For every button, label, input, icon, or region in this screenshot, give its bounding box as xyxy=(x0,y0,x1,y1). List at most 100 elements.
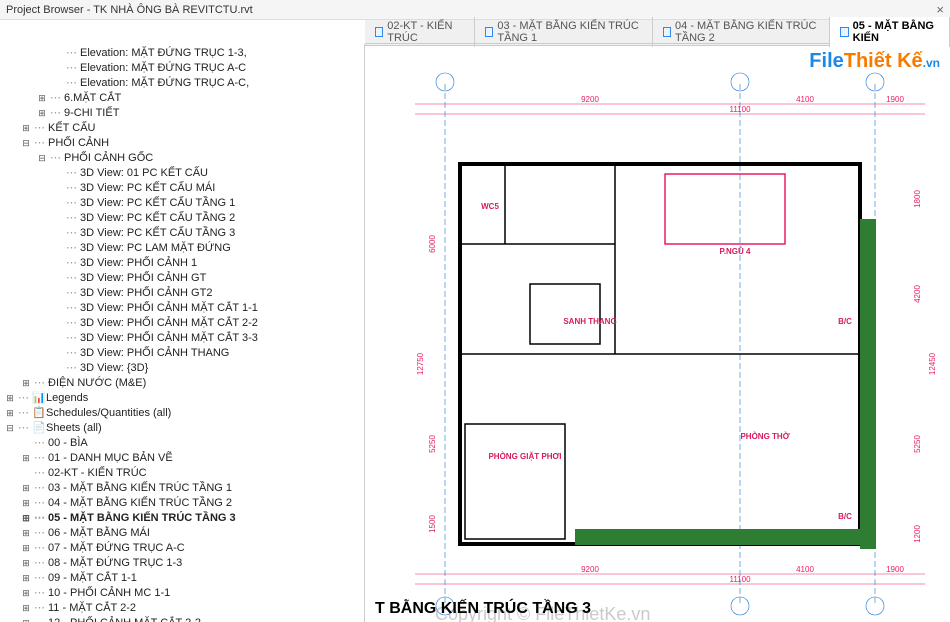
sheet-icon xyxy=(485,27,493,37)
tree-item[interactable]: ⊟⋯PHỐI CẢNH GỐC xyxy=(0,151,364,166)
expand-icon[interactable]: ⊞ xyxy=(20,526,32,541)
tab-label: 05 - MẶT BẰNG KIẾN xyxy=(853,20,939,44)
tree-item[interactable]: ⊞⋯10 - PHỐI CẢNH MC 1-1 xyxy=(0,586,364,601)
view-tab[interactable]: 04 - MẶT BẰNG KIẾN TRÚC TẦNG 2 xyxy=(653,17,831,47)
tree-item-label: 00 - BÌA xyxy=(48,436,88,451)
project-browser-tree[interactable]: ⋯Elevation: MẶT ĐỨNG TRỤC 1-3,⋯Elevation… xyxy=(0,44,365,622)
tree-item[interactable]: ⊞⋯6.MẶT CẮT xyxy=(0,91,364,106)
expand-icon[interactable]: ⊞ xyxy=(20,121,32,136)
tree-item-label: 3D View: 01 PC KẾT CẤU xyxy=(80,166,208,181)
collapse-icon[interactable]: ⊟ xyxy=(4,421,16,436)
tree-item-label: Elevation: MẶT ĐỨNG TRỤC A-C xyxy=(80,61,246,76)
tree-item[interactable]: ⋯Elevation: MẶT ĐỨNG TRỤC A-C xyxy=(0,61,364,76)
tree-guide: ⋯ xyxy=(66,46,78,61)
tree-guide: ⋯ xyxy=(66,256,78,271)
tree-item[interactable]: ⋯3D View: 01 PC KẾT CẤU xyxy=(0,166,364,181)
expand-icon[interactable]: ⊞ xyxy=(20,541,32,556)
expand-icon[interactable]: ⊞ xyxy=(36,106,48,121)
tree-item[interactable]: ⊟⋯📄Sheets (all) xyxy=(0,421,364,436)
expand-icon[interactable]: ⊞ xyxy=(20,556,32,571)
expand-icon[interactable]: ⊞ xyxy=(20,451,32,466)
svg-text:B/C: B/C xyxy=(838,512,852,521)
tree-item[interactable]: ⊞⋯03 - MẶT BẰNG KIẾN TRÚC TẦNG 1 xyxy=(0,481,364,496)
tree-item[interactable]: ⋯3D View: PC LAM MẶT ĐỨNG xyxy=(0,241,364,256)
tree-item[interactable]: ⋯3D View: PHỐI CẢNH MẶT CẮT 3-3 xyxy=(0,331,364,346)
expand-icon[interactable]: ⊞ xyxy=(4,391,16,406)
drawing-canvas[interactable]: FileThiết Kế.vn Copyright © FileThietKe.… xyxy=(365,44,950,622)
view-tab[interactable]: 02-KT - KIẾN TRÚC xyxy=(365,17,475,47)
tree-item[interactable]: ⋯3D View: PHỐI CẢNH 1 xyxy=(0,256,364,271)
svg-text:SANH THANG: SANH THANG xyxy=(563,317,616,326)
tree-item[interactable]: ⋯Elevation: MẶT ĐỨNG TRỤC A-C, xyxy=(0,76,364,91)
expand-icon[interactable]: ⊞ xyxy=(36,91,48,106)
svg-text:1800: 1800 xyxy=(913,190,922,208)
tree-item[interactable]: ⋯3D View: PC KẾT CẤU MÁI xyxy=(0,181,364,196)
tree-item[interactable]: ⋯02-KT - KIẾN TRÚC xyxy=(0,466,364,481)
category-icon: 📄 xyxy=(32,421,44,436)
tree-item[interactable]: ⊞⋯09 - MẶT CẮT 1-1 xyxy=(0,571,364,586)
close-icon[interactable]: × xyxy=(936,2,944,17)
collapse-icon[interactable]: ⊟ xyxy=(20,136,32,151)
tree-item[interactable]: ⊞⋯07 - MẶT ĐỨNG TRỤC A-C xyxy=(0,541,364,556)
tree-guide: ⋯ xyxy=(66,226,78,241)
tree-guide: ⋯ xyxy=(18,421,30,436)
tree-item[interactable]: ⋯3D View: PHỐI CẢNH THANG xyxy=(0,346,364,361)
tree-item[interactable]: ⊞⋯KẾT CẤU xyxy=(0,121,364,136)
expand-icon[interactable]: ⊞ xyxy=(20,586,32,601)
tree-item[interactable]: ⊞⋯08 - MẶT ĐỨNG TRỤC 1-3 xyxy=(0,556,364,571)
tab-label: 03 - MẶT BẰNG KIẾN TRÚC TẦNG 1 xyxy=(497,20,641,44)
tree-item[interactable]: ⊞⋯04 - MẶT BẰNG KIẾN TRÚC TẦNG 2 xyxy=(0,496,364,511)
svg-text:11100: 11100 xyxy=(729,105,751,114)
tree-item[interactable]: ⋯00 - BÌA xyxy=(0,436,364,451)
tree-item[interactable]: ⊟⋯PHỐI CẢNH xyxy=(0,136,364,151)
tree-guide: ⋯ xyxy=(66,181,78,196)
tree-item[interactable]: ⋯3D View: PC KẾT CẤU TẦNG 3 xyxy=(0,226,364,241)
expand-icon[interactable]: ⊞ xyxy=(20,571,32,586)
tree-item[interactable]: ⊞⋯ĐIỆN NƯỚC (M&E) xyxy=(0,376,364,391)
tree-item[interactable]: ⊞⋯12 - PHỐI CẢNH MẶT CẮT 2-2 xyxy=(0,616,364,622)
tree-item-label: 3D View: PHỐI CẢNH MẶT CẮT 2-2 xyxy=(80,316,258,331)
tree-item[interactable]: ⋯3D View: {3D} xyxy=(0,361,364,376)
svg-text:5250: 5250 xyxy=(913,435,922,453)
tree-guide: ⋯ xyxy=(66,61,78,76)
view-tab[interactable]: 05 - MẶT BẰNG KIẾN xyxy=(830,17,950,47)
tree-item[interactable]: ⋯3D View: PC KẾT CẤU TẦNG 2 xyxy=(0,211,364,226)
tree-item[interactable]: ⊞⋯05 - MẶT BẰNG KIẾN TRÚC TẦNG 3 xyxy=(0,511,364,526)
tree-guide: ⋯ xyxy=(18,406,30,421)
tree-item-label: ĐIỆN NƯỚC (M&E) xyxy=(48,376,146,391)
tree-item[interactable]: ⋯3D View: PHỐI CẢNH GT2 xyxy=(0,286,364,301)
tree-item[interactable]: ⋯3D View: PHỐI CẢNH MẶT CẮT 1-1 xyxy=(0,301,364,316)
expand-icon[interactable]: ⊞ xyxy=(20,601,32,616)
svg-text:WC5: WC5 xyxy=(481,202,499,211)
tab-label: 04 - MẶT BẰNG KIẾN TRÚC TẦNG 2 xyxy=(675,20,819,44)
tree-item[interactable]: ⊞⋯9-CHI TIẾT xyxy=(0,106,364,121)
expand-icon[interactable]: ⊞ xyxy=(20,376,32,391)
tree-guide: ⋯ xyxy=(66,316,78,331)
tree-guide: ⋯ xyxy=(66,76,78,91)
expand-icon[interactable]: ⊞ xyxy=(20,481,32,496)
expand-icon[interactable]: ⊞ xyxy=(20,496,32,511)
tree-item[interactable]: ⊞⋯11 - MẶT CẮT 2-2 xyxy=(0,601,364,616)
view-tab[interactable]: 03 - MẶT BẰNG KIẾN TRÚC TẦNG 1 xyxy=(475,17,653,47)
tree-item[interactable]: ⋯3D View: PC KẾT CẤU TẦNG 1 xyxy=(0,196,364,211)
tree-item[interactable]: ⋯3D View: PHỐI CẢNH MẶT CẮT 2-2 xyxy=(0,316,364,331)
tree-item[interactable]: ⋯Elevation: MẶT ĐỨNG TRỤC 1-3, xyxy=(0,46,364,61)
tree-item[interactable]: ⊞⋯📊Legends xyxy=(0,391,364,406)
tree-guide: ⋯ xyxy=(34,481,46,496)
tree-item-label: 3D View: PC KẾT CẤU MÁI xyxy=(80,181,215,196)
expand-icon[interactable]: ⊞ xyxy=(20,616,32,622)
tree-guide: ⋯ xyxy=(34,466,46,481)
tree-item[interactable]: ⋯3D View: PHỐI CẢNH GT xyxy=(0,271,364,286)
svg-text:B/C: B/C xyxy=(838,317,852,326)
tree-item-label: Elevation: MẶT ĐỨNG TRỤC 1-3, xyxy=(80,46,247,61)
tree-item-label: 08 - MẶT ĐỨNG TRỤC 1-3 xyxy=(48,556,182,571)
expand-icon[interactable]: ⊞ xyxy=(4,406,16,421)
tree-guide: ⋯ xyxy=(66,241,78,256)
tree-item[interactable]: ⊞⋯06 - MẶT BẰNG MÁI xyxy=(0,526,364,541)
tree-guide: ⋯ xyxy=(34,436,46,451)
tree-item[interactable]: ⊞⋯📋Schedules/Quantities (all) xyxy=(0,406,364,421)
expand-icon[interactable]: ⊞ xyxy=(20,511,32,526)
tree-guide: ⋯ xyxy=(50,91,62,106)
tree-item[interactable]: ⊞⋯01 - DANH MỤC BẢN VẼ xyxy=(0,451,364,466)
collapse-icon[interactable]: ⊟ xyxy=(36,151,48,166)
